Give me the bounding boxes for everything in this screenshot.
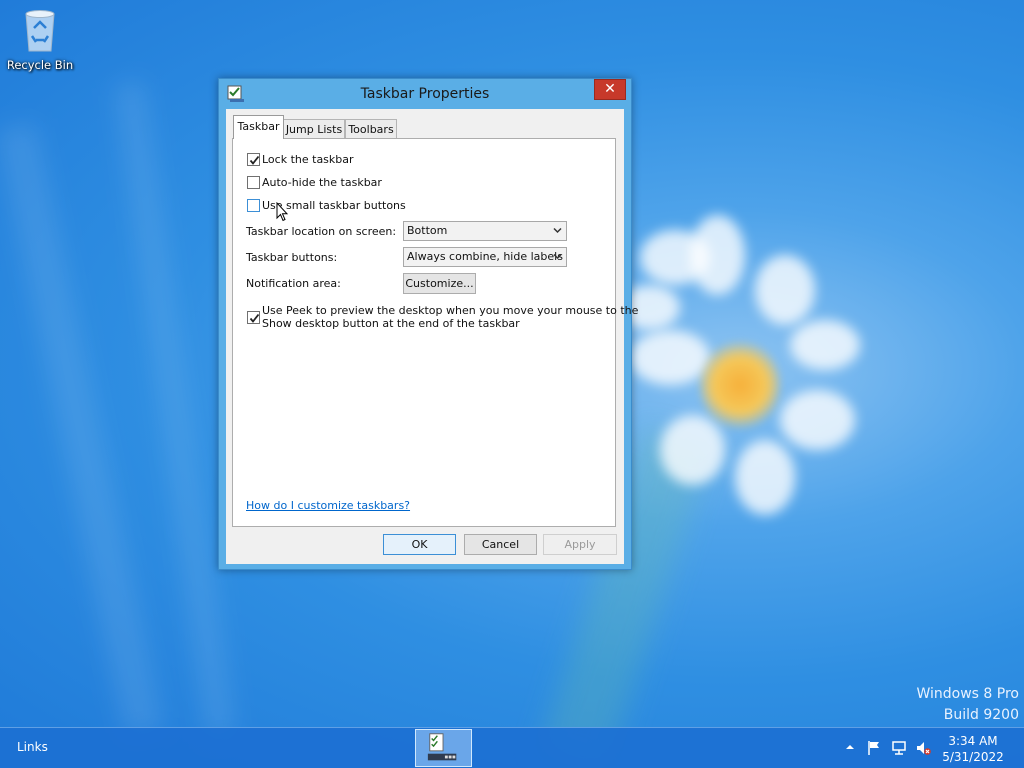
system-clock[interactable]: 3:34 AM 5/31/2022	[940, 733, 1006, 765]
cancel-button[interactable]: Cancel	[464, 534, 537, 555]
notification-area-label: Notification area:	[246, 277, 341, 290]
help-link[interactable]: How do I customize taskbars?	[246, 499, 410, 512]
small-buttons-label: Use small taskbar buttons	[262, 199, 406, 212]
clock-time: 3:34 AM	[948, 734, 998, 748]
taskbar-tab-panel: Lock the taskbar Auto-hide the taskbar U…	[232, 138, 638, 527]
tab-taskbar[interactable]: Taskbar	[233, 115, 284, 139]
flower-petal	[735, 440, 795, 515]
flower-petal	[780, 390, 855, 450]
flower-petal	[630, 330, 710, 385]
taskbar-buttons-label: Taskbar buttons:	[246, 251, 338, 264]
recycle-bin-shortcut[interactable]: Recycle Bin	[4, 6, 76, 72]
taskbar-properties-dialog: Taskbar Properties ✕ Taskbar Jump Lists …	[218, 78, 638, 570]
taskbar-buttons-select[interactable]: Always combine, hide labels	[403, 247, 567, 267]
flower-center	[700, 340, 780, 430]
dialog-body: Taskbar Jump Lists Toolbars Lock the tas…	[226, 109, 638, 564]
peek-label-line2: Show desktop button at the end of the ta…	[262, 317, 520, 330]
taskbar-properties-app-icon	[427, 733, 457, 761]
recycle-bin-label: Recycle Bin	[6, 58, 74, 72]
taskbar-location-label: Taskbar location on screen:	[246, 225, 397, 238]
taskbar-buttons-value: Always combine, hide labels	[407, 250, 563, 263]
lock-taskbar-checkbox[interactable]	[247, 153, 260, 166]
apply-button[interactable]: Apply	[543, 534, 617, 555]
ok-button[interactable]: OK	[383, 534, 456, 555]
auto-hide-checkbox[interactable]	[247, 176, 260, 189]
show-hidden-icons-arrow[interactable]	[845, 742, 855, 752]
recycle-bin-icon	[25, 10, 55, 52]
taskbar-location-select[interactable]: Bottom	[403, 221, 567, 241]
lock-taskbar-label: Lock the taskbar	[262, 153, 354, 166]
windows-version-watermark: Windows 8 Pro Build 9200	[916, 684, 1019, 726]
checkmark-icon	[249, 155, 260, 165]
taskbar-app-button[interactable]	[415, 729, 472, 767]
peek-checkbox[interactable]	[247, 311, 260, 324]
small-buttons-checkbox[interactable]	[247, 199, 260, 212]
watermark-build: Build 9200	[943, 707, 1019, 723]
watermark-edition: Windows 8 Pro	[916, 686, 1019, 702]
checkmark-icon	[249, 313, 260, 323]
flower-petal	[690, 215, 745, 295]
close-button[interactable]: ✕	[594, 79, 626, 100]
customize-button[interactable]: Customize...	[403, 273, 476, 294]
peek-label-line1: Use Peek to preview the desktop when you…	[262, 304, 639, 317]
desktop: Recycle Bin Windows 8 Pro Build 9200 Tas…	[0, 0, 1024, 768]
chevron-down-icon	[553, 253, 562, 260]
network-icon[interactable]	[891, 740, 907, 756]
chevron-down-icon	[553, 227, 562, 234]
clock-date: 5/31/2022	[942, 750, 1004, 764]
flower-petal	[790, 320, 860, 370]
auto-hide-label: Auto-hide the taskbar	[262, 176, 382, 189]
taskbar: Links 3:34 AM 5/31/2022	[0, 727, 1024, 768]
tab-toolbars[interactable]: Toolbars	[345, 119, 397, 138]
flower-petal	[755, 255, 815, 325]
taskbar-location-value: Bottom	[407, 224, 448, 237]
links-toolbar[interactable]: Links	[17, 740, 48, 754]
flower-petal	[660, 415, 725, 485]
flag-icon[interactable]	[866, 740, 882, 756]
dialog-title: Taskbar Properties	[360, 86, 490, 102]
dialog-titlebar[interactable]: Taskbar Properties ✕	[219, 79, 631, 109]
tab-jump-lists[interactable]: Jump Lists	[283, 119, 345, 138]
speaker-muted-icon[interactable]	[915, 740, 931, 756]
